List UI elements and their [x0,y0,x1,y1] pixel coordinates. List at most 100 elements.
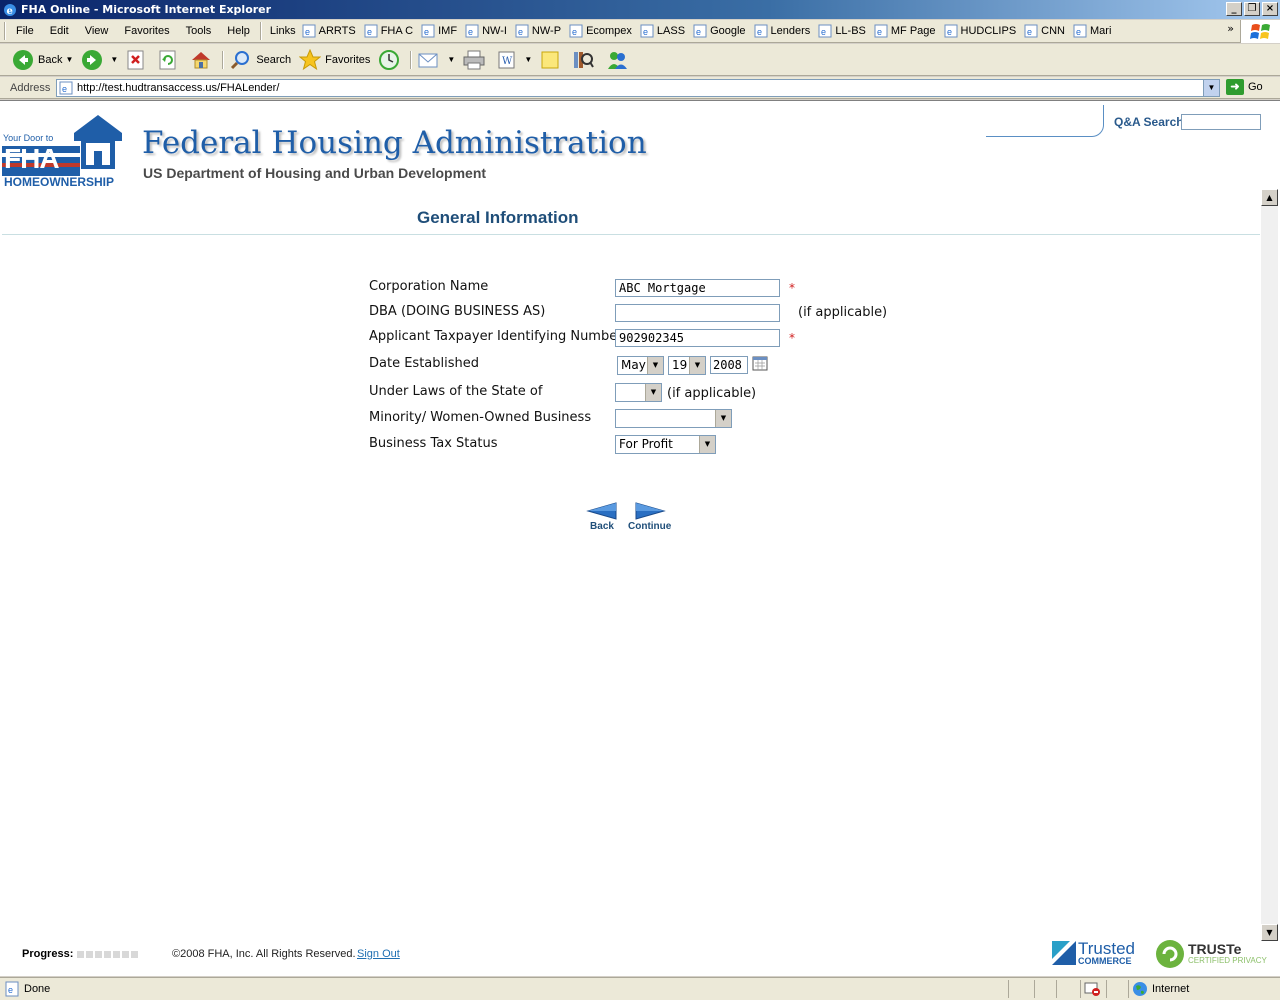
back-dropdown-icon[interactable]: ▼ [65,55,73,64]
link-google[interactable]: e Google [691,24,751,38]
right-arrow-icon [635,502,666,520]
mail-dropdown-icon[interactable]: ▼ [447,55,455,64]
address-input[interactable]: e http://test.hudtransaccess.us/FHALende… [56,79,1220,97]
discuss-button[interactable] [536,46,568,74]
svg-text:W: W [502,56,513,67]
links-separator [259,22,262,40]
link-imf[interactable]: e IMF [419,24,463,38]
menu-file[interactable]: File [8,25,42,37]
heading-divider [2,234,1260,235]
refresh-button[interactable] [154,46,186,74]
back-button[interactable]: Back ▼ [8,46,77,74]
logo-fha-text: FHA [4,143,60,174]
status-bar: e Done Internet [0,977,1280,1000]
search-button[interactable]: Search [226,46,295,74]
link-lass[interactable]: e LASS [638,24,691,38]
status-cell [1034,980,1035,998]
link-cnn[interactable]: e CNN [1022,24,1071,38]
minority-select[interactable]: ▼ [615,409,732,428]
trusted-commerce-icon [1052,941,1076,965]
mail-icon [418,53,438,67]
menu-view[interactable]: View [77,25,117,37]
close-button[interactable]: × [1262,2,1278,16]
address-dropdown-icon[interactable]: ▼ [1203,80,1219,96]
link-mf-page[interactable]: e MF Page [872,24,942,38]
truste-badge[interactable]: TRUSTe CERTIFIED PRIVACY [1155,939,1267,969]
mail-button[interactable]: ▼ [414,46,459,74]
window-title: FHA Online - Microsoft Internet Explorer [21,3,272,16]
year-input[interactable]: 2008 [710,356,748,374]
calendar-icon[interactable] [752,355,768,374]
page-done-icon: e [5,981,19,997]
scroll-up-arrow-icon[interactable]: ▲ [1261,189,1278,206]
menu-tools[interactable]: Tools [178,25,220,37]
required-marker: * [789,331,795,345]
address-url: http://test.hudtransaccess.us/FHALender/ [77,82,280,94]
ie-page-icon: e [874,24,888,38]
window-title-bar: e FHA Online - Microsoft Internet Explor… [0,0,1280,19]
required-marker: * [789,281,795,295]
minimize-button[interactable]: _ [1226,2,1242,16]
forward-dropdown-icon[interactable]: ▼ [110,55,118,64]
progress-block [131,950,139,958]
link-hudclips[interactable]: e HUDCLIPS [942,24,1023,38]
edit-dropdown-icon[interactable]: ▼ [524,55,532,64]
security-zone: Internet [1132,981,1189,997]
menu-edit[interactable]: Edit [42,25,77,37]
go-button[interactable]: ➜ Go [1226,79,1263,95]
status-cell [1106,980,1107,998]
day-select[interactable]: 19 ▼ [668,356,706,375]
messenger-button[interactable] [602,46,636,74]
sign-out-link[interactable]: Sign Out [357,948,400,960]
link-arrts[interactable]: e ARRTS [300,24,362,38]
dba-input[interactable] [615,304,780,322]
print-button[interactable] [459,46,493,74]
forward-button[interactable]: ▼ [77,46,122,74]
status-cell [1080,980,1081,998]
tax-status-select[interactable]: For Profit ▼ [615,435,716,454]
corporation-name-input[interactable]: ABC Mortgage [615,279,780,297]
trusted-commerce-badge[interactable]: Trusted COMMERCE [1050,939,1135,967]
address-label: Address [10,81,51,94]
note-icon [541,51,559,68]
tin-input[interactable]: 902902345 [615,329,780,347]
favorites-button[interactable]: Favorites [295,46,374,74]
research-button[interactable] [568,46,602,74]
month-select[interactable]: May ▼ [617,356,664,375]
chevron-down-icon: ▼ [647,357,663,374]
history-button[interactable] [374,46,408,74]
svg-text:e: e [305,27,310,37]
truste-seal-icon [1156,940,1184,968]
link-fha-c[interactable]: e FHA C [362,24,419,38]
link-nw-p[interactable]: e NW-P [513,24,567,38]
menu-help[interactable]: Help [219,25,258,37]
svg-text:e: e [468,27,473,37]
restore-button[interactable]: ❐ [1244,2,1260,16]
go-arrow-icon: ➜ [1226,79,1244,95]
links-overflow-chevron[interactable]: » [1227,22,1234,35]
dba-hint: (if applicable) [798,305,888,320]
back-nav-button[interactable]: Back [586,501,618,532]
svg-text:e: e [1027,27,1032,37]
link-mari[interactable]: e Mari [1071,24,1117,38]
logo-tagline-top: Your Door to [3,133,54,143]
link-ecompex[interactable]: e Ecompex [567,24,638,38]
research-icon [574,51,595,68]
state-select[interactable]: ▼ [615,383,662,402]
continue-nav-button[interactable]: Continue [628,501,671,532]
qa-search-input[interactable] [1181,114,1261,130]
svg-text:e: e [757,27,762,37]
svg-text:e: e [1076,27,1081,37]
qa-decorative-arc [986,105,1104,137]
stop-button[interactable] [122,46,154,74]
edit-word-button[interactable]: W ▼ [493,46,536,74]
home-button[interactable] [186,46,220,74]
link-lenders[interactable]: e Lenders [752,24,817,38]
link-ll-bs[interactable]: e LL-BS [816,24,872,38]
popup-blocked-icon[interactable] [1084,981,1102,1000]
state-hint: (if applicable) [667,386,757,401]
menu-favorites[interactable]: Favorites [116,25,177,37]
date-established-label: Date Established [369,356,479,371]
vertical-scrollbar[interactable]: ▲ ▼ [1261,189,1278,941]
link-nw-i[interactable]: e NW-I [463,24,513,38]
